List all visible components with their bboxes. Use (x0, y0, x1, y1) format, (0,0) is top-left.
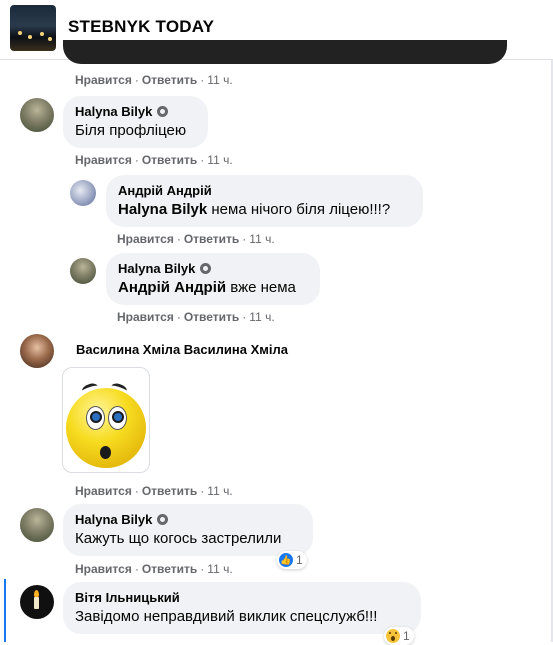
like-button[interactable]: Нравится (75, 73, 132, 87)
page-avatar[interactable] (10, 5, 56, 51)
comment-time[interactable]: 11 ч. (249, 310, 274, 324)
highlight-marker (4, 579, 6, 642)
comment-time[interactable]: 11 ч. (207, 562, 232, 576)
avatar[interactable] (20, 334, 54, 368)
comment-author[interactable]: Вітя Ільницький (75, 590, 409, 605)
top-fan-badge-icon (157, 106, 169, 117)
comment-bubble: Halyna Bilyk Андрій Андрій вже нема (106, 253, 320, 305)
reply-button[interactable]: Ответить (184, 232, 239, 246)
reaction-count[interactable]: 1 (384, 627, 414, 645)
avatar[interactable] (20, 585, 54, 619)
comment-bubble-cut (63, 40, 507, 64)
comment-text: Кажуть що когось застрелили (75, 530, 282, 547)
comment-actions: Нравится · Ответить · 11 ч. (75, 153, 233, 167)
comment-bubble: Halyna Bilyk Біля профліцею (63, 96, 208, 148)
comment-author[interactable]: Halyna Bilyk (75, 512, 301, 527)
comment-text: Біля профліцею (75, 122, 187, 139)
reply-button[interactable]: Ответить (142, 562, 197, 576)
comment-actions: Нравится · Ответить · 11 ч. (117, 310, 275, 324)
mention-link[interactable]: Halyna Bilyk (118, 201, 207, 218)
comment-bubble: Halyna Bilyk Кажуть що когось застрелили (63, 504, 313, 556)
comment-author[interactable]: Halyna Bilyk (75, 104, 196, 119)
sticker-image[interactable] (62, 367, 150, 473)
comment-time[interactable]: 11 ч. (249, 232, 274, 246)
like-button[interactable]: Нравится (75, 562, 132, 576)
comment-actions: Нравится · Ответить · 11 ч. (117, 232, 275, 246)
like-button[interactable]: Нравится (75, 484, 132, 498)
reply-button[interactable]: Ответить (184, 310, 239, 324)
comment-author[interactable]: Halyna Bilyk (118, 261, 308, 276)
reply-button[interactable]: Ответить (142, 73, 197, 87)
comment-text: Завідомо неправдивий виклик спецслужб!!! (75, 608, 378, 625)
comment-actions: Нравится · Ответить · 11 ч. (75, 484, 233, 498)
comment-text: Андрій Андрій вже нема (118, 279, 296, 296)
top-fan-badge-icon (157, 514, 169, 525)
like-button[interactable]: Нравится (117, 310, 174, 324)
avatar[interactable] (20, 98, 54, 132)
comment-time[interactable]: 11 ч. (207, 153, 232, 167)
comment-author[interactable]: Андрій Андрій (118, 183, 411, 198)
comment-author[interactable]: Василина Хміла Василина Хміла (76, 342, 288, 357)
comment-actions: Нравится · Ответить · 11 ч. (75, 562, 233, 576)
avatar[interactable] (70, 258, 96, 284)
reaction-count[interactable]: 👍 1 (277, 551, 307, 569)
page-title[interactable]: STEBNYK TODAY (68, 17, 214, 37)
reply-button[interactable]: Ответить (142, 153, 197, 167)
wow-icon (386, 629, 400, 643)
comment-actions: Нравится · Ответить · 11 ч. (75, 73, 233, 87)
comment-bubble: Вітя Ільницький Завідомо неправдивий вик… (63, 582, 421, 634)
reply-button[interactable]: Ответить (142, 484, 197, 498)
top-fan-badge-icon (200, 263, 212, 274)
like-button[interactable]: Нравится (75, 153, 132, 167)
like-button[interactable]: Нравится (117, 232, 174, 246)
avatar[interactable] (70, 180, 96, 206)
comment-text: Halyna Bilyk нема нічого біля ліцею!!!? (118, 201, 391, 218)
comment-time[interactable]: 11 ч. (207, 73, 232, 87)
surprised-smiley-icon (66, 381, 146, 468)
comment-bubble: Андрій Андрій Halyna Bilyk нема нічого б… (106, 175, 423, 227)
mention-link[interactable]: Андрій Андрій (118, 279, 226, 296)
avatar[interactable] (20, 508, 54, 542)
comment-time[interactable]: 11 ч. (207, 484, 232, 498)
like-icon: 👍 (279, 553, 293, 567)
